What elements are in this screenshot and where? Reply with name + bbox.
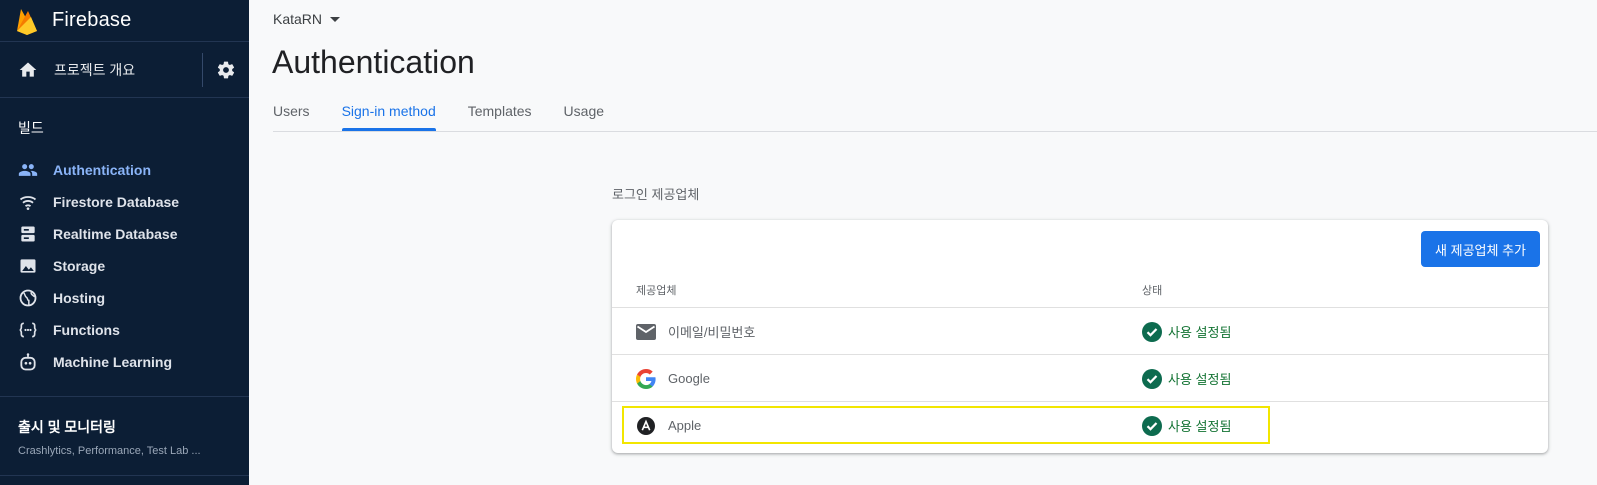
status-text: 사용 설정됨 [1168,325,1232,340]
sidebar-item-firestore-database[interactable]: Firestore Database [0,186,249,218]
check-circle-icon [1142,368,1162,389]
sidebar-item-machine-learning[interactable]: Machine Learning [0,346,249,378]
sidebar-item-label: Hosting [53,290,106,306]
table-row[interactable]: Apple 사용 설정됨 [612,401,1548,449]
sidebar-item-label: Storage [53,258,106,274]
project-name: KataRN [273,11,323,27]
sidebar-item-label: Machine Learning [53,354,173,370]
sidebar-item-label: Firestore Database [53,194,180,210]
add-provider-button[interactable]: 새 제공업체 추가 [1421,231,1540,267]
provider-name: Google [668,371,710,386]
sidebar-item-authentication[interactable]: Authentication [0,154,249,186]
check-circle-icon [1142,415,1162,436]
people-icon [18,160,38,180]
apple-icon [636,416,656,436]
google-icon [636,368,656,389]
build-nav: Authentication Firestore Database Realti… [0,154,249,378]
brand-name: Firebase [52,9,132,31]
sidebar-item-storage[interactable]: Storage [0,250,249,282]
firebase-logo-icon [17,8,37,35]
status-text: 사용 설정됨 [1168,372,1232,387]
image-icon [18,256,38,276]
functions-icon [18,320,38,340]
release-title: 출시 및 모니터링 [18,419,116,435]
chevron-down-icon [330,16,341,22]
tab-bar: Users Sign-in method Templates Usage [273,103,636,131]
sidebar-item-label: Realtime Database [53,226,178,242]
home-icon [19,62,37,77]
provider-name: Apple [668,418,702,433]
tab-usage[interactable]: Usage [564,103,604,131]
release-subtitle: Crashlytics, Performance, Test Lab ... [18,445,201,457]
database-icon [18,224,38,244]
providers-heading: 로그인 제공업체 [612,187,700,202]
tab-sign-in-method[interactable]: Sign-in method [341,103,436,131]
project-overview[interactable]: 프로젝트 개요 [0,42,249,98]
tab-divider [273,131,1597,132]
divider [0,396,249,397]
divider [0,475,249,476]
providers-card: 새 제공업체 추가 제공업체 상태 이메일/비밀번호 사용 설정됨 Google… [612,220,1548,453]
sidebar-item-realtime-database[interactable]: Realtime Database [0,218,249,250]
sidebar-item-label: Authentication [53,162,151,178]
sidebar-item-functions[interactable]: Functions [0,314,249,346]
status-badge: 사용 설정됨 [1142,415,1232,436]
status-badge: 사용 설정됨 [1142,321,1232,342]
release-monitoring-section[interactable]: 출시 및 모니터링 Crashlytics, Performance, Test… [18,417,201,457]
globe-icon [18,288,38,308]
status-text: 사용 설정됨 [1168,419,1232,434]
provider-name: 이메일/비밀번호 [668,325,756,340]
project-selector[interactable]: KataRN [273,11,341,27]
sidebar-item-label: Functions [53,322,120,338]
status-badge: 사용 설정됨 [1142,368,1232,389]
brand[interactable]: Firebase [0,0,249,42]
email-icon [636,322,656,342]
table-row[interactable]: 이메일/비밀번호 사용 설정됨 [612,307,1548,355]
tab-templates[interactable]: Templates [468,103,532,131]
main-content: KataRN Authentication Users Sign-in meth… [249,0,1597,485]
build-section-title: 빌드 [18,120,44,136]
firestore-icon [18,192,38,212]
tab-users[interactable]: Users [273,103,310,131]
column-header-provider: 제공업체 [636,285,677,297]
gear-icon[interactable] [203,60,249,80]
page-title: Authentication [272,44,475,80]
project-overview-label: 프로젝트 개요 [54,61,136,78]
robot-icon [18,352,38,372]
sidebar-item-hosting[interactable]: Hosting [0,282,249,314]
column-header-status: 상태 [1142,285,1163,297]
table-row[interactable]: Google 사용 설정됨 [612,354,1548,402]
sidebar: Firebase 프로젝트 개요 빌드 Authentication Fires… [0,0,249,485]
check-circle-icon [1142,321,1162,342]
